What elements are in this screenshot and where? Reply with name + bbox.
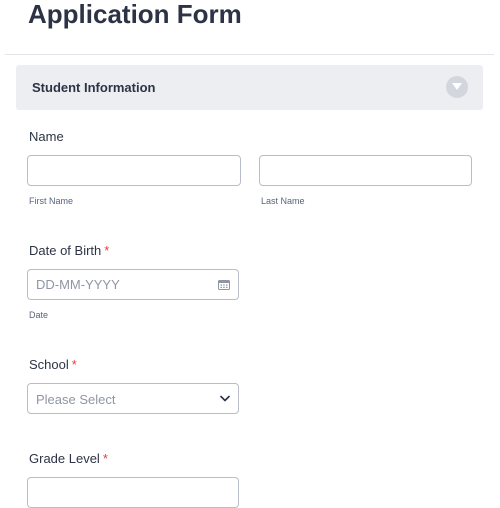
required-mark: *: [104, 243, 110, 258]
collapse-toggle-button[interactable]: [446, 76, 468, 98]
required-mark: *: [102, 451, 108, 466]
school-label: School *: [29, 357, 77, 372]
page-title: Application Form: [28, 0, 242, 29]
section-title: Student Information: [32, 80, 156, 95]
school-label-text: School: [29, 357, 69, 372]
section-header[interactable]: Student Information: [16, 65, 483, 110]
first-name-input[interactable]: [27, 155, 241, 186]
grade-level-select[interactable]: [27, 477, 239, 508]
dob-label-text: Date of Birth: [29, 243, 102, 258]
school-select[interactable]: Please Select: [27, 383, 239, 414]
dob-sublabel: Date: [29, 310, 49, 320]
chevron-down-icon: [452, 83, 462, 90]
calendar-icon[interactable]: [218, 279, 230, 290]
dob-input[interactable]: [27, 269, 239, 300]
last-name-input[interactable]: [259, 155, 472, 186]
first-name-sublabel: First Name: [29, 196, 74, 206]
dob-label: Date of Birth *: [29, 243, 109, 258]
grade-level-label-text: Grade Level: [29, 451, 100, 466]
school-select-value: Please Select: [36, 392, 116, 407]
name-label: Name: [29, 129, 64, 144]
title-divider: [5, 54, 494, 55]
last-name-sublabel: Last Name: [261, 196, 305, 206]
grade-level-label: Grade Level *: [29, 451, 108, 466]
required-mark: *: [71, 357, 77, 372]
chevron-down-icon: [220, 395, 230, 402]
